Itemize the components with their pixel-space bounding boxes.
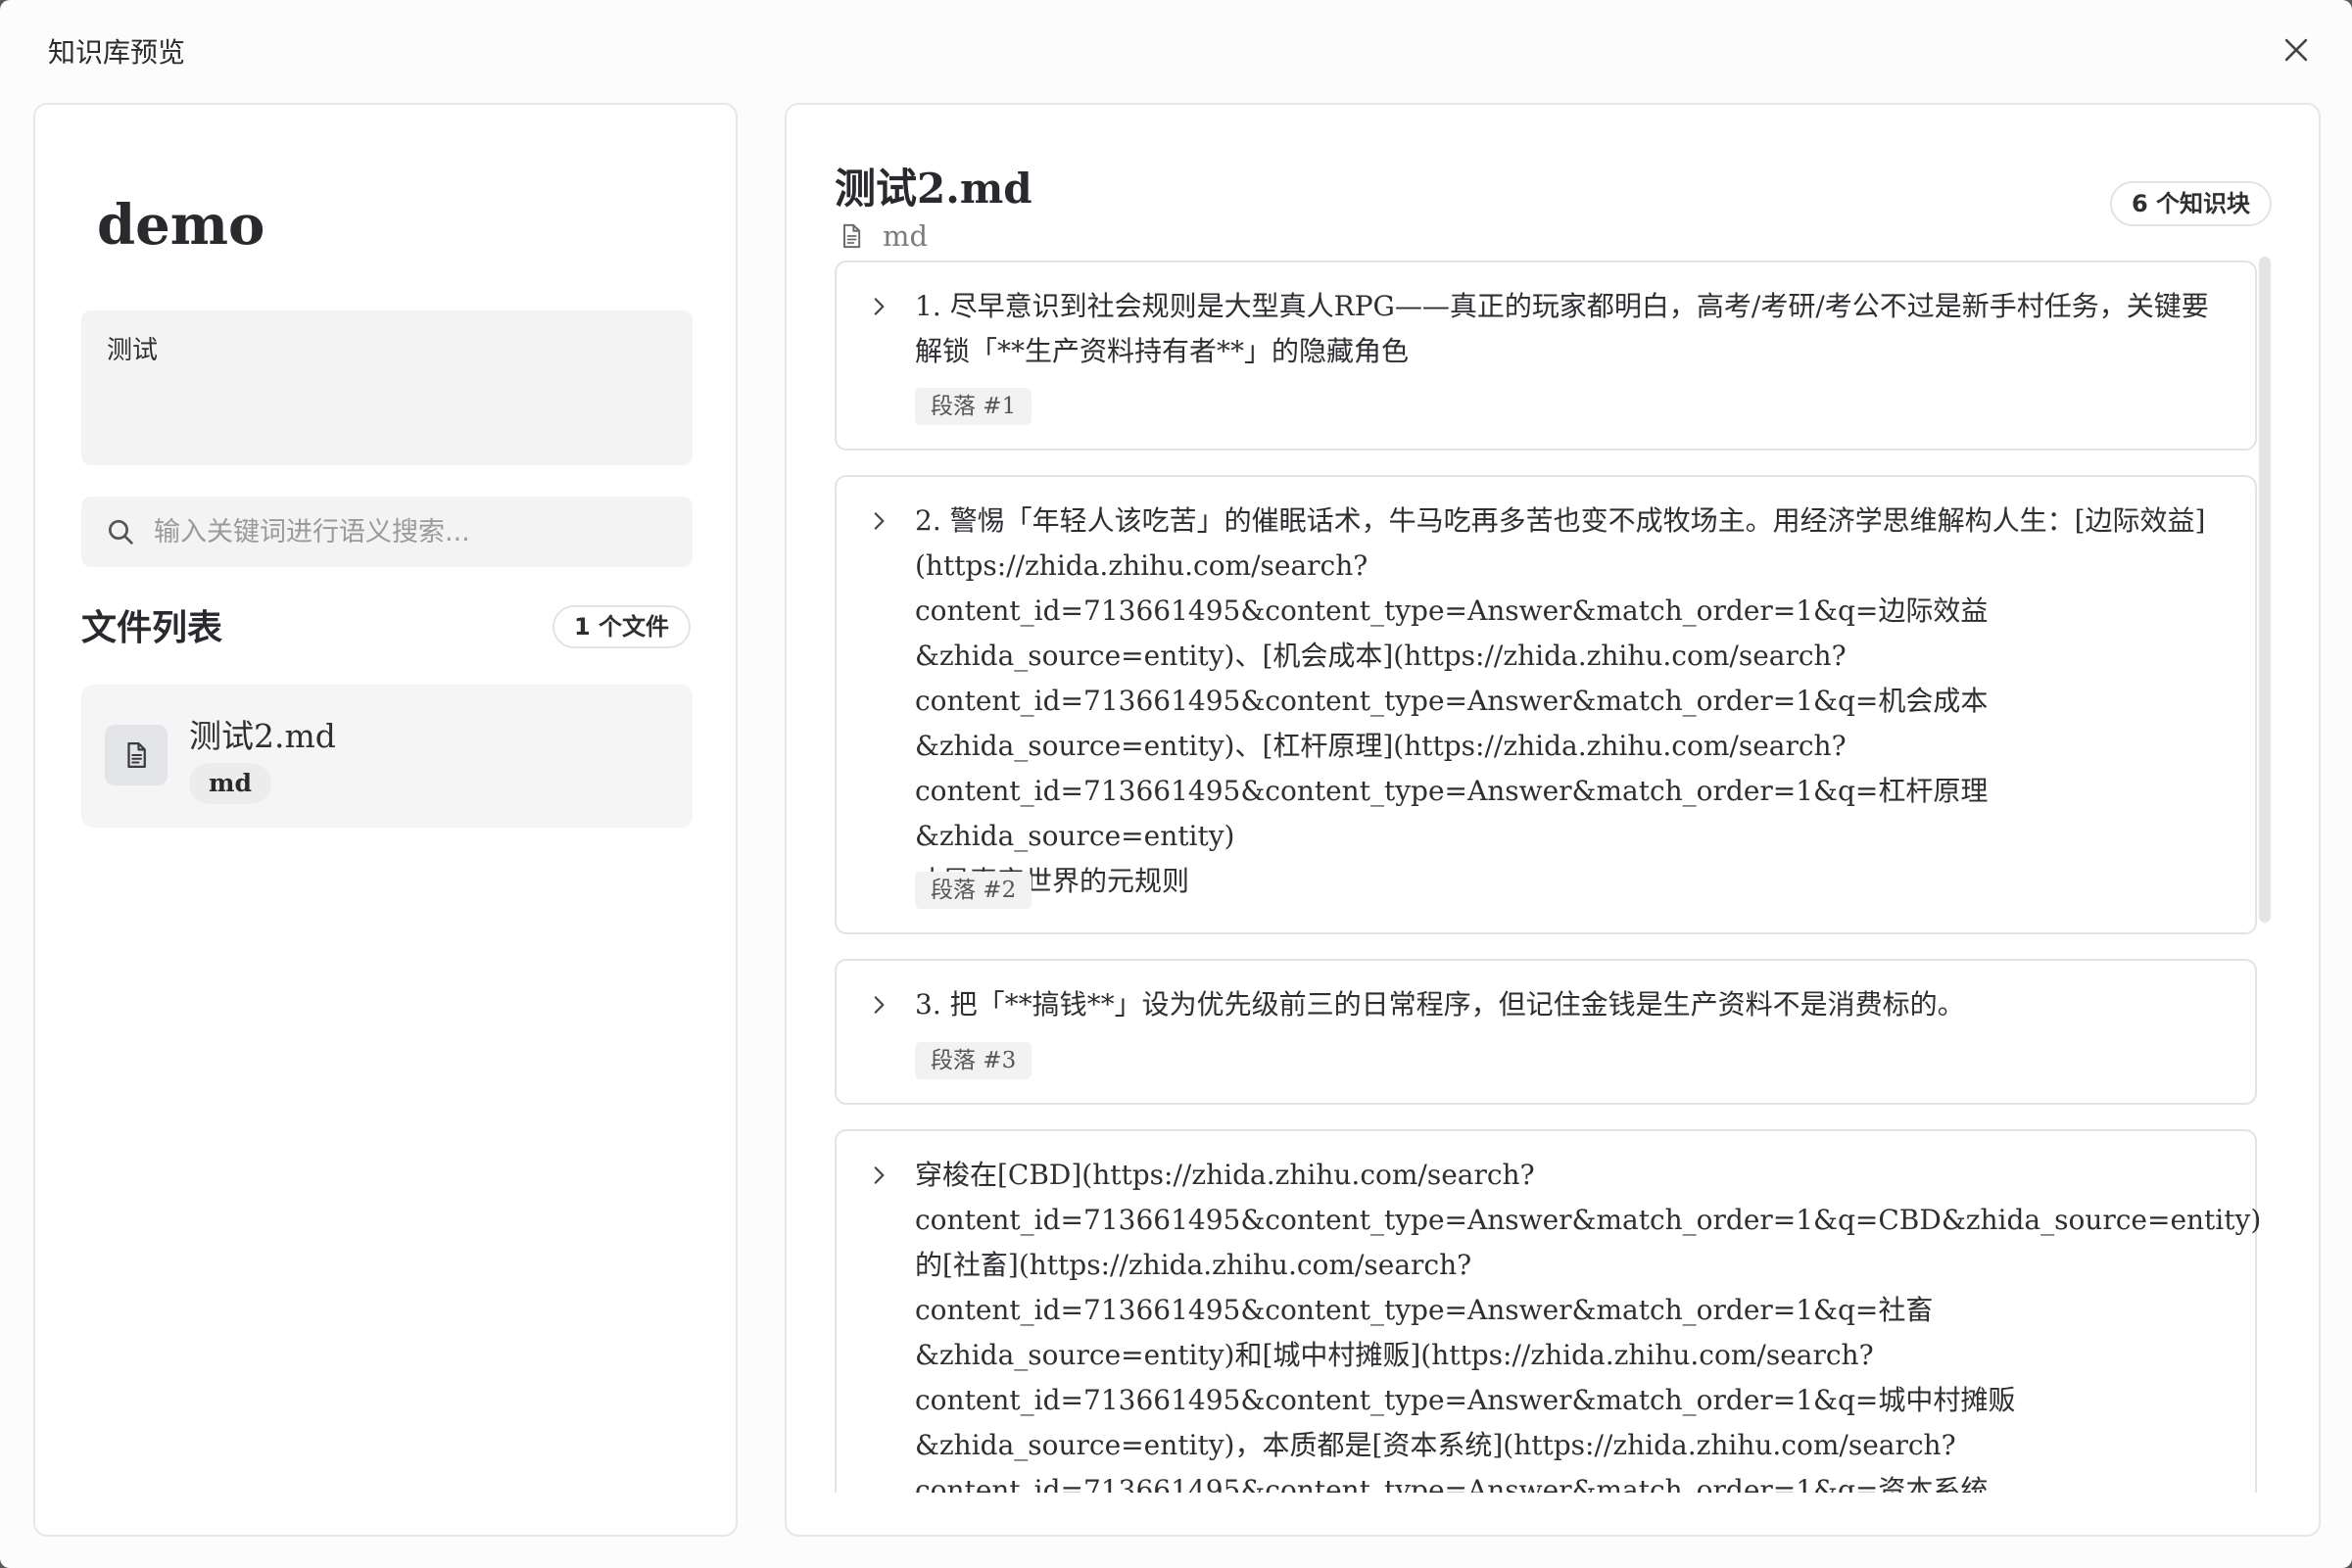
chunk-item[interactable]: 3. 把「**搞钱**」设为优先级前三的日常程序，但记住金钱是生产资料不是消费标… bbox=[835, 959, 2257, 1105]
document-meta: md bbox=[838, 219, 928, 253]
document-icon bbox=[127, 742, 146, 768]
dialog-title: 知识库预览 bbox=[48, 36, 186, 69]
paragraph-tag: 段落 #2 bbox=[915, 872, 1032, 909]
knowledge-base-preview-dialog: 知识库预览 demo 测试 文件列表 1 个文件 bbox=[0, 0, 2352, 1568]
file-count-badge: 1 个文件 bbox=[552, 605, 691, 648]
close-icon bbox=[2284, 38, 2308, 62]
chunk-list-scrollbar[interactable] bbox=[2259, 257, 2271, 923]
chevron-right-icon[interactable] bbox=[866, 508, 891, 534]
file-type-tag: md bbox=[189, 763, 271, 804]
chunk-text: 3. 把「**搞钱**」设为优先级前三的日常程序，但记住金钱是生产资料不是消费标… bbox=[915, 988, 1965, 1021]
chunk-text: 穿梭在[CBD](https://zhida.zhihu.com/search?… bbox=[915, 1159, 2262, 1493]
paragraph-tag: 段落 #1 bbox=[915, 388, 1032, 425]
semantic-search-input[interactable] bbox=[154, 516, 683, 547]
knowledge-base-description: 测试 bbox=[81, 310, 693, 465]
dialog-header: 知识库预览 bbox=[0, 0, 2352, 103]
chunk-item[interactable]: 2. 警惕「年轻人该吃苦」的催眠话术，牛马吃再多苦也变不成牧场主。用经济学思维解… bbox=[835, 475, 2257, 934]
file-name: 测试2.md bbox=[189, 717, 336, 755]
file-list-title: 文件列表 bbox=[81, 608, 223, 648]
chevron-right-icon[interactable] bbox=[866, 992, 891, 1018]
chunk-count-badge: 6 个知识块 bbox=[2109, 181, 2272, 226]
chevron-right-icon[interactable] bbox=[866, 1163, 891, 1188]
paragraph-tag: 段落 #3 bbox=[915, 1042, 1032, 1079]
knowledge-base-name: demo bbox=[97, 193, 265, 258]
search-icon bbox=[109, 520, 133, 545]
file-list-item[interactable]: 测试2.md md bbox=[81, 685, 693, 828]
document-type-label: md bbox=[883, 219, 929, 253]
document-title: 测试2.md bbox=[835, 165, 1032, 213]
knowledge-base-info-panel: demo 测试 文件列表 1 个文件 测试2.md md bbox=[33, 103, 738, 1537]
chevron-right-icon[interactable] bbox=[866, 294, 891, 319]
chunk-list[interactable]: 1. 尽早意识到社会规则是大型真人RPG——真正的玩家都明白，高考/考研/考公不… bbox=[835, 255, 2275, 1493]
file-icon-container bbox=[105, 725, 168, 785]
chunk-text: 1. 尽早意识到社会规则是大型真人RPG——真正的玩家都明白，高考/考研/考公不… bbox=[915, 290, 2209, 367]
document-preview-panel: 测试2.md md 6 个知识块 1. 尽早意识到社会规则是大型真人RPG——真… bbox=[785, 103, 2321, 1537]
close-button[interactable] bbox=[2280, 33, 2313, 67]
semantic-search-box[interactable] bbox=[81, 497, 693, 567]
document-icon bbox=[843, 223, 861, 249]
chunk-text: 2. 警惕「年轻人该吃苦」的催眠话术，牛马吃再多苦也变不成牧场主。用经济学思维解… bbox=[915, 504, 2206, 897]
chunk-item[interactable]: 穿梭在[CBD](https://zhida.zhihu.com/search?… bbox=[835, 1129, 2262, 1493]
chunk-item[interactable]: 1. 尽早意识到社会规则是大型真人RPG——真正的玩家都明白，高考/考研/考公不… bbox=[835, 261, 2257, 451]
